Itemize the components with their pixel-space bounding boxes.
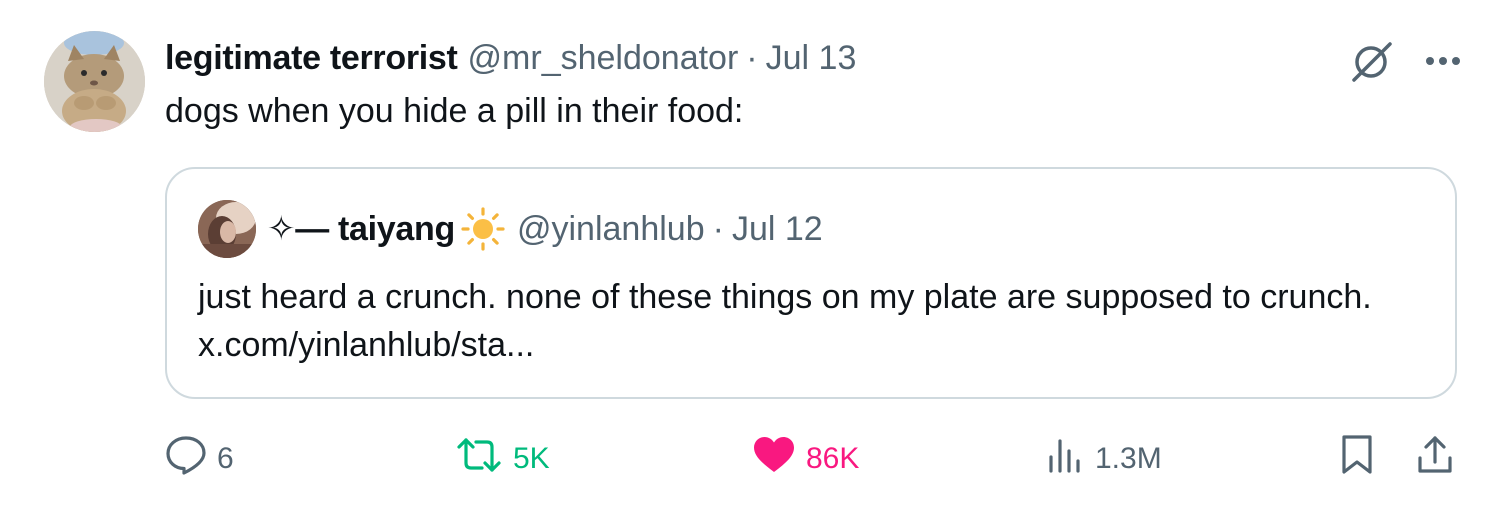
heart-icon	[752, 435, 796, 483]
reply-count: 6	[217, 442, 234, 475]
views-count: 1.3M	[1095, 442, 1162, 475]
quoted-author-avatar[interactable]	[198, 200, 256, 258]
quoted-tweet[interactable]: ✧— taiyang @yinlanhlub · Jul 12 just hea…	[165, 167, 1457, 399]
bookmark-icon	[1340, 434, 1374, 484]
more-icon[interactable]	[1424, 55, 1462, 67]
like-button[interactable]: 86K	[752, 434, 859, 484]
retweet-button[interactable]: 5K	[455, 434, 550, 484]
views-icon	[1047, 435, 1085, 483]
tweet-top-right-actions	[1348, 40, 1462, 82]
tweet-text: dogs when you hide a pill in their food:	[165, 92, 744, 130]
header-separator: ·	[746, 38, 758, 77]
quoted-display-name[interactable]: ✧— taiyang	[267, 209, 455, 249]
author-handle[interactable]: @mr_sheldonator	[468, 39, 739, 78]
quoted-separator: ·	[712, 209, 724, 248]
retweet-count: 5K	[513, 442, 550, 475]
quoted-header: ✧— taiyang @yinlanhlub · Jul 12	[267, 206, 823, 252]
sun-emoji-icon	[461, 207, 505, 251]
retweet-icon	[455, 435, 503, 483]
quoted-date[interactable]: Jul 12	[732, 210, 823, 249]
reply-icon	[165, 435, 207, 483]
like-count: 86K	[806, 442, 860, 475]
tweet-date[interactable]: Jul 13	[766, 39, 857, 78]
action-bar: 6 5K 86K 1.3M	[0, 434, 1502, 484]
tweet[interactable]: legitimate terrorist @mr_sheldonator · J…	[0, 0, 1502, 512]
quoted-text: just heard a crunch. none of these thing…	[198, 278, 1372, 364]
reply-button[interactable]: 6	[165, 434, 234, 484]
author-display-name[interactable]: legitimate terrorist	[165, 39, 458, 78]
grok-icon[interactable]	[1348, 40, 1394, 82]
share-icon	[1416, 434, 1454, 484]
tweet-header: legitimate terrorist @mr_sheldonator · J…	[165, 36, 856, 80]
quoted-handle[interactable]: @yinlanhlub	[517, 210, 705, 249]
share-button[interactable]	[1416, 434, 1454, 484]
author-avatar[interactable]	[44, 31, 145, 132]
views-button[interactable]: 1.3M	[1047, 434, 1162, 484]
bookmark-button[interactable]	[1340, 434, 1374, 484]
